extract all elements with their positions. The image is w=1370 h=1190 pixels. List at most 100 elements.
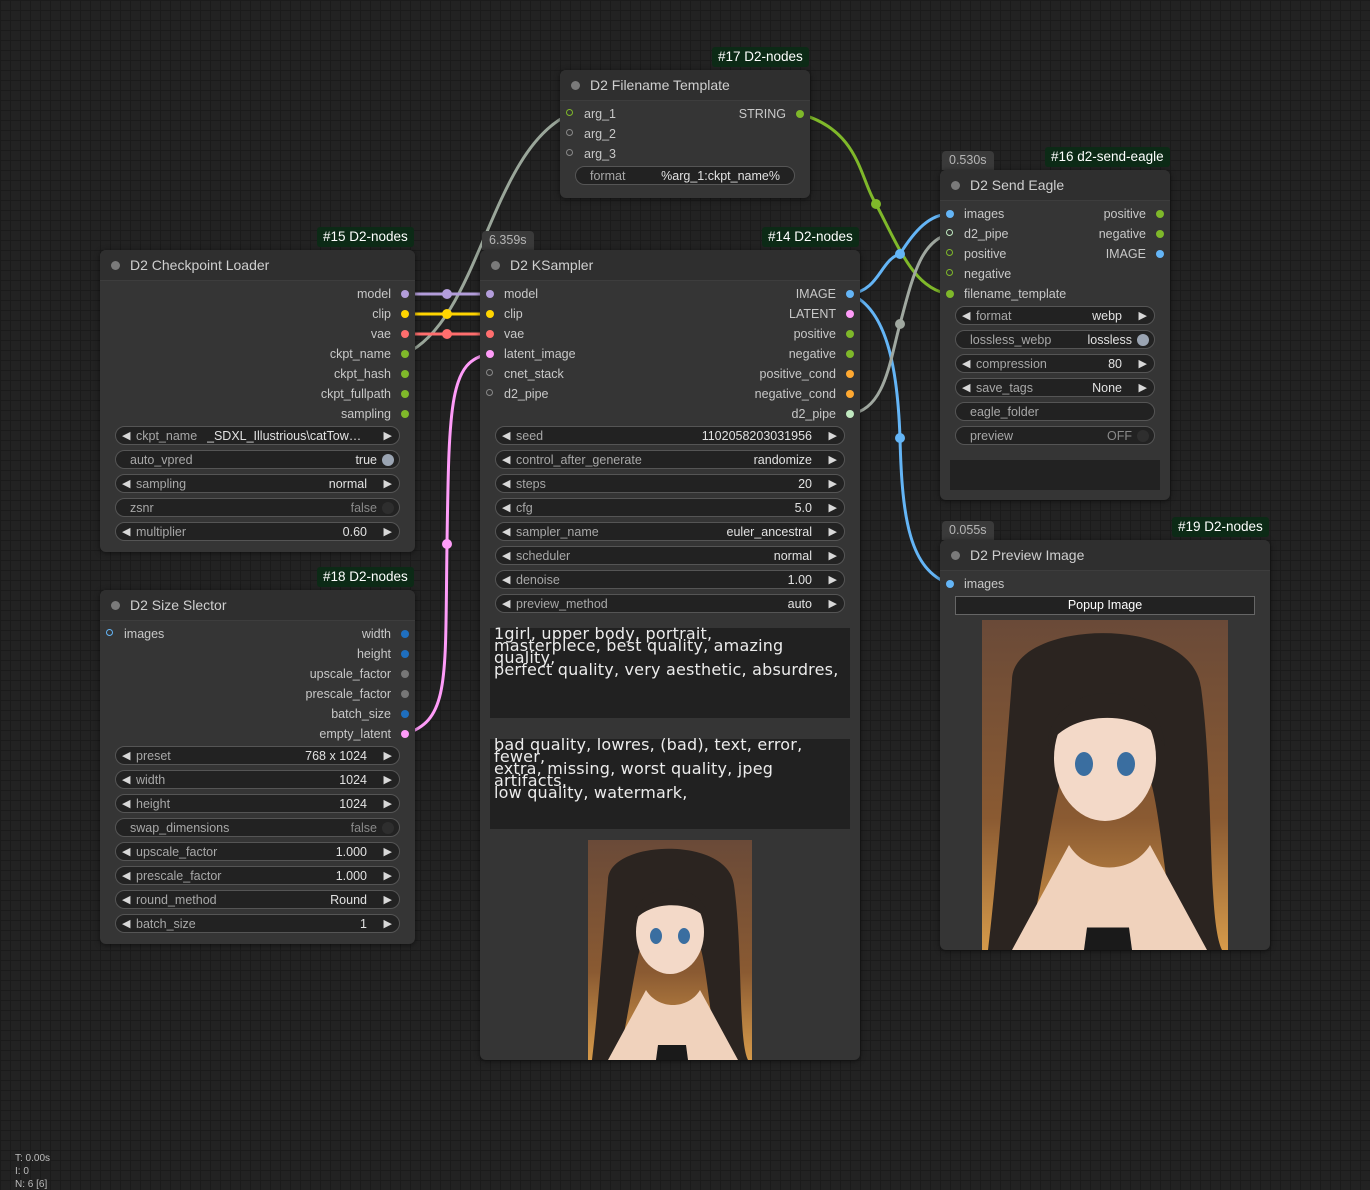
send-eagle-node[interactable]: D2 Send Eagle images d2_pipe positive ne… [940, 170, 1170, 500]
eagle-folder-field[interactable]: eagle_folder [955, 402, 1155, 421]
output-slot-width[interactable]: width [362, 625, 409, 643]
denoise-number[interactable]: ◀ denoise 1.00 ▶ [495, 570, 845, 589]
input-slot-images[interactable]: images [946, 575, 1004, 593]
preview-image-node[interactable]: D2 Preview Image images Popup Image [940, 540, 1270, 950]
arrow-left-icon[interactable]: ◀ [122, 917, 130, 930]
node-title-bar[interactable]: D2 Filename Template [560, 70, 810, 101]
output-slot-height[interactable]: height [357, 645, 409, 663]
output-slot-positive[interactable]: positive [794, 325, 854, 343]
input-slot-vae[interactable]: vae [486, 325, 524, 343]
arrow-right-icon[interactable]: ▶ [829, 453, 837, 466]
input-slot-images[interactable]: images [106, 625, 164, 643]
output-slot-negative[interactable]: negative [1099, 225, 1164, 243]
size-selector-node[interactable]: D2 Size Slector images width height upsc… [100, 590, 415, 944]
preview-image[interactable] [982, 620, 1228, 950]
input-slot-latent-image[interactable]: latent_image [486, 345, 576, 363]
output-slot-ckpt-name[interactable]: ckpt_name [330, 345, 409, 363]
height-number[interactable]: ◀ height 1024 ▶ [115, 794, 400, 813]
arrow-left-icon[interactable]: ◀ [502, 573, 510, 586]
width-number[interactable]: ◀ width 1024 ▶ [115, 770, 400, 789]
input-slot-model[interactable]: model [486, 285, 538, 303]
input-slot-cnet-stack[interactable]: cnet_stack [486, 365, 564, 383]
steps-number[interactable]: ◀ steps 20 ▶ [495, 474, 845, 493]
arrow-left-icon[interactable]: ◀ [122, 773, 130, 786]
arrow-left-icon[interactable]: ◀ [962, 381, 970, 394]
output-slot-ckpt-fullpath[interactable]: ckpt_fullpath [321, 385, 409, 403]
arrow-right-icon[interactable]: ▶ [829, 573, 837, 586]
format-field[interactable]: format %arg_1:ckpt_name% [575, 166, 795, 185]
input-slot-d2-pipe[interactable]: d2_pipe [486, 385, 549, 403]
arrow-left-icon[interactable]: ◀ [122, 893, 130, 906]
ckpt-name-combo[interactable]: ◀ ckpt_name _SDXL_Illustrious\catTower... ▶ [115, 426, 400, 445]
round-method-combo[interactable]: ◀ round_method Round ▶ [115, 890, 400, 909]
output-slot-sampling[interactable]: sampling [341, 405, 409, 423]
arrow-left-icon[interactable]: ◀ [122, 797, 130, 810]
arrow-left-icon[interactable]: ◀ [502, 477, 510, 490]
seed-number[interactable]: ◀ seed 1102058203031956 ▶ [495, 426, 845, 445]
arrow-left-icon[interactable]: ◀ [502, 453, 510, 466]
arrow-left-icon[interactable]: ◀ [122, 869, 130, 882]
arrow-left-icon[interactable]: ◀ [122, 749, 130, 762]
arrow-right-icon[interactable]: ▶ [384, 773, 392, 786]
control-after-generate-combo[interactable]: ◀ control_after_generate randomize ▶ [495, 450, 845, 469]
input-slot-arg-1[interactable]: arg_1 [566, 105, 616, 123]
input-slot-negative[interactable]: negative [946, 265, 1011, 283]
arrow-right-icon[interactable]: ▶ [1139, 381, 1147, 394]
arrow-right-icon[interactable]: ▶ [829, 525, 837, 538]
output-slot-negative[interactable]: negative [789, 345, 854, 363]
arrow-right-icon[interactable]: ▶ [384, 845, 392, 858]
arrow-left-icon[interactable]: ◀ [502, 597, 510, 610]
output-slot-model[interactable]: model [357, 285, 409, 303]
swap-dimensions-toggle[interactable]: swap_dimensions false [115, 818, 400, 837]
node-title-bar[interactable]: D2 Preview Image [940, 540, 1270, 571]
preset-combo[interactable]: ◀ preset 768 x 1024 ▶ [115, 746, 400, 765]
sampling-combo[interactable]: ◀ sampling normal ▶ [115, 474, 400, 493]
arrow-right-icon[interactable]: ▶ [829, 501, 837, 514]
save-tags-combo[interactable]: ◀ save_tags None ▶ [955, 378, 1155, 397]
lossless-webp-toggle[interactable]: lossless_webp lossless [955, 330, 1155, 349]
auto-vpred-toggle[interactable]: auto_vpred true [115, 450, 400, 469]
filename-template-node[interactable]: D2 Filename Template arg_1 arg_2 arg_3 S… [560, 70, 810, 198]
arrow-right-icon[interactable]: ▶ [829, 429, 837, 442]
input-slot-clip[interactable]: clip [486, 305, 523, 323]
arrow-left-icon[interactable]: ◀ [502, 549, 510, 562]
collapse-dot-icon[interactable] [491, 261, 500, 270]
cfg-number[interactable]: ◀ cfg 5.0 ▶ [495, 498, 845, 517]
output-slot-vae[interactable]: vae [371, 325, 409, 343]
format-combo[interactable]: ◀ format webp ▶ [955, 306, 1155, 325]
output-slot-image[interactable]: IMAGE [1106, 245, 1164, 263]
popup-image-button[interactable]: Popup Image [955, 596, 1255, 615]
arrow-left-icon[interactable]: ◀ [502, 501, 510, 514]
node-title-bar[interactable]: D2 Send Eagle [940, 170, 1170, 201]
zsnr-toggle[interactable]: zsnr false [115, 498, 400, 517]
output-slot-image[interactable]: IMAGE [796, 285, 854, 303]
arrow-left-icon[interactable]: ◀ [962, 357, 970, 370]
collapse-dot-icon[interactable] [111, 601, 120, 610]
input-slot-filename-template[interactable]: filename_template [946, 285, 1066, 303]
node-title-bar[interactable]: D2 KSampler [480, 250, 860, 281]
ksampler-node[interactable]: D2 KSampler model clip vae latent_image … [480, 250, 860, 1060]
arrow-right-icon[interactable]: ▶ [829, 477, 837, 490]
preview-toggle[interactable]: preview OFF [955, 426, 1155, 445]
arrow-left-icon[interactable]: ◀ [122, 525, 130, 538]
positive-prompt-textarea[interactable]: 1girl, upper body, portrait, masterpiece… [490, 626, 850, 718]
output-slot-latent[interactable]: LATENT [789, 305, 854, 323]
output-slot-string[interactable]: STRING [739, 105, 804, 123]
multiplier-number[interactable]: ◀ multiplier 0.60 ▶ [115, 522, 400, 541]
checkpoint-loader-node[interactable]: D2 Checkpoint Loader model clip vae ckpt… [100, 250, 415, 552]
output-slot-positive-cond[interactable]: positive_cond [760, 365, 854, 383]
arrow-left-icon[interactable]: ◀ [962, 309, 970, 322]
arrow-left-icon[interactable]: ◀ [502, 429, 510, 442]
arrow-right-icon[interactable]: ▶ [1139, 357, 1147, 370]
arrow-right-icon[interactable]: ▶ [384, 525, 392, 538]
upscale-factor-number[interactable]: ◀ upscale_factor 1.000 ▶ [115, 842, 400, 861]
negative-prompt-textarea[interactable]: bad quality, lowres, (bad), text, error,… [490, 737, 850, 829]
scheduler-combo[interactable]: ◀ scheduler normal ▶ [495, 546, 845, 565]
prescale-factor-number[interactable]: ◀ prescale_factor 1.000 ▶ [115, 866, 400, 885]
output-slot-clip[interactable]: clip [372, 305, 409, 323]
input-slot-d2-pipe[interactable]: d2_pipe [946, 225, 1009, 243]
collapse-dot-icon[interactable] [951, 551, 960, 560]
output-slot-batch-size[interactable]: batch_size [331, 705, 409, 723]
collapse-dot-icon[interactable] [951, 181, 960, 190]
arrow-left-icon[interactable]: ◀ [122, 845, 130, 858]
